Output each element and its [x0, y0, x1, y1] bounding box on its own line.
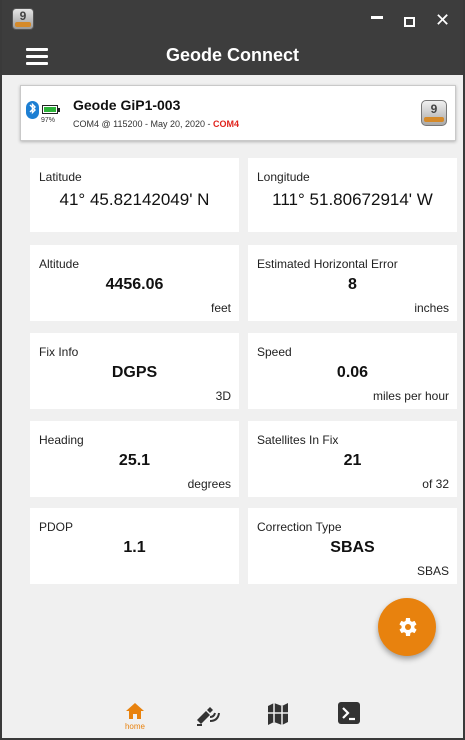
speed-tile: Speed 0.06 miles per hour [248, 333, 457, 409]
bottom-navigation: home [2, 690, 463, 738]
tile-unit: inches [414, 301, 449, 315]
tile-label: Fix Info [39, 345, 79, 359]
tile-label: PDOP [39, 520, 74, 534]
tile-value: DGPS [111, 364, 158, 381]
heading-tile: Heading 25.1 degrees [30, 421, 239, 497]
satellites-tile: Satellites In Fix 21 of 32 [248, 421, 457, 497]
minimize-button[interactable] [371, 16, 383, 19]
tile-unit: miles per hour [372, 389, 449, 403]
nav-home-label: home [124, 722, 145, 731]
tile-label: Altitude [39, 257, 80, 271]
gear-icon [399, 618, 417, 636]
com-port: COM4 [213, 119, 240, 129]
horizontal-error-tile: Estimated Horizontal Error 8 inches [248, 245, 457, 321]
longitude-tile: Longitude 111° 51.80672914' W [248, 158, 457, 232]
tile-label: Correction Type [257, 520, 342, 534]
tile-value: 25.1 [118, 452, 151, 469]
map-icon [268, 703, 288, 725]
satellite-icon [197, 707, 220, 726]
app-logo-icon: 9 [12, 8, 34, 30]
latitude-tile: Latitude 41° 45.82142049' N [30, 158, 239, 232]
title-bar: 9 ✕ Geode Connect [2, 0, 463, 75]
battery-fill [44, 107, 56, 112]
app-window: 9 ✕ Geode Connect 97% Geode GiP1-003 COM… [0, 0, 465, 740]
tile-value: 21 [343, 452, 362, 469]
app-title: Geode Connect [165, 45, 299, 65]
nav-home[interactable]: home [117, 698, 153, 734]
fix-info-tile: Fix Info DGPS 3D [30, 333, 239, 409]
connection-text: COM4 @ 115200 - May 20, 2020 - [73, 119, 214, 129]
maximize-button[interactable] [404, 17, 415, 27]
terminal-icon [338, 702, 360, 724]
tile-label: Satellites In Fix [257, 433, 339, 447]
device-connection-info: COM4 @ 115200 - May 20, 2020 - COM4 [73, 119, 239, 129]
close-button[interactable]: ✕ [435, 10, 450, 31]
tile-value: 41° 45.82142049' N [59, 190, 210, 209]
pdop-tile: PDOP 1.1 [30, 508, 239, 584]
tile-label: Latitude [39, 170, 82, 184]
tile-label: Longitude [257, 170, 310, 184]
battery-percent: 97% [41, 117, 56, 124]
tile-value: 8 [348, 276, 357, 293]
tile-value: 0.06 [336, 364, 369, 381]
tile-unit: feet [210, 301, 231, 315]
altitude-tile: Altitude 4456.06 feet [30, 245, 239, 321]
bluetooth-icon [26, 101, 39, 119]
battery-icon [42, 105, 60, 114]
device-card[interactable]: 97% Geode GiP1-003 COM4 @ 115200 - May 2… [20, 85, 456, 141]
settings-button[interactable] [378, 598, 436, 656]
tile-value: 4456.06 [105, 276, 164, 293]
tile-unit: 3D [215, 389, 231, 403]
tile-value: 111° 51.80672914' W [272, 190, 433, 209]
tile-unit: SBAS [416, 564, 449, 578]
nav-map[interactable] [260, 698, 296, 734]
device-name: Geode GiP1-003 [73, 97, 181, 113]
tile-unit: of 32 [422, 477, 449, 491]
tile-value: 1.1 [123, 539, 146, 556]
home-icon [126, 703, 144, 719]
correction-type-tile: Correction Type SBAS SBAS [248, 508, 457, 584]
tile-unit: degrees [187, 477, 231, 491]
tile-label: Estimated Horizontal Error [257, 257, 398, 271]
nav-terminal[interactable] [332, 698, 368, 734]
tile-label: Heading [39, 433, 84, 447]
tile-label: Speed [257, 345, 292, 359]
nav-satellite[interactable] [188, 698, 224, 734]
device-logo-icon: 9 [421, 100, 447, 126]
tile-value: SBAS [330, 539, 375, 556]
